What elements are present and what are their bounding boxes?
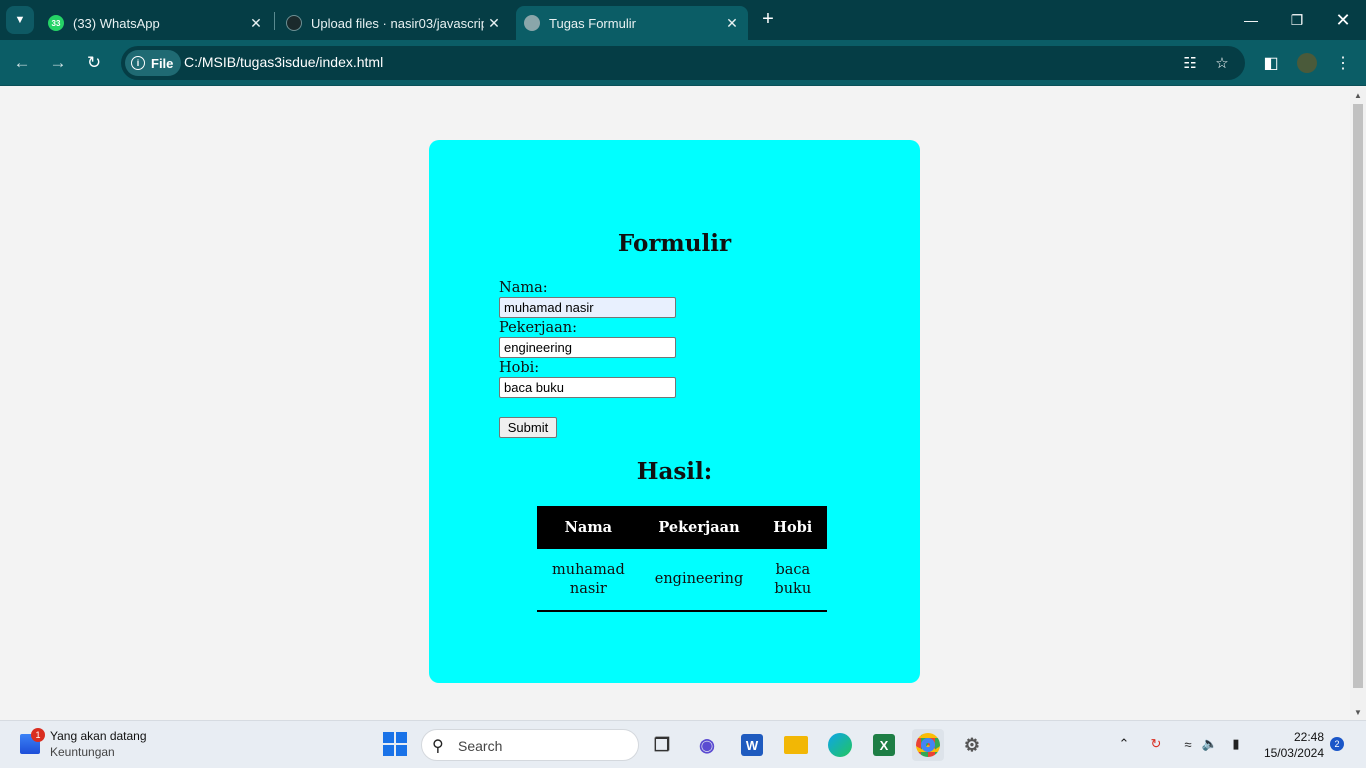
hobi-label: Hobi: [499, 360, 540, 376]
scroll-thumb[interactable] [1353, 104, 1363, 688]
scroll-up-icon[interactable]: ▲ [1350, 87, 1366, 103]
page-viewport: Formulir Nama: muhamad nasir Pekerjaan: … [0, 87, 1350, 720]
file-explorer-icon[interactable] [780, 729, 812, 761]
widget-subtitle: Keuntungan [50, 745, 115, 759]
taskbar-search[interactable]: ⚲ Search [421, 729, 639, 761]
minimize-icon[interactable]: — [1228, 0, 1274, 40]
close-window-icon[interactable]: ✕ [1320, 0, 1366, 40]
hobi-input[interactable]: baca buku [499, 377, 676, 398]
profile-avatar[interactable] [1292, 48, 1322, 78]
close-tab-icon[interactable]: ✕ [484, 15, 504, 32]
tab-whatsapp[interactable]: 33 (33) WhatsApp ✕ [40, 6, 272, 40]
tab-github-upload[interactable]: Upload files · nasir03/javascript... ✕ [278, 6, 510, 40]
table-header-row: Nama Pekerjaan Hobi [537, 506, 828, 549]
battery-icon[interactable]: ▮ [1225, 733, 1247, 755]
pekerjaan-label: Pekerjaan: [499, 320, 577, 336]
task-view-icon[interactable]: ❐ [646, 729, 678, 761]
chevron-up-icon[interactable]: ⌃ [1113, 733, 1135, 755]
reload-icon[interactable]: ↻ [79, 48, 109, 78]
cell-hobi: baca buku [758, 549, 828, 612]
nama-input[interactable]: muhamad nasir [499, 297, 676, 318]
widgets-button[interactable]: 1 Yang akan datang Keuntungan [20, 728, 200, 762]
menu-kebab-icon[interactable]: ⋮ [1328, 48, 1358, 78]
form-title: Formulir [617, 230, 732, 257]
tab-separator [274, 12, 275, 30]
browser-toolbar: ← → ↻ i File C:/MSIB/tugas3isdue/index.h… [0, 40, 1366, 86]
result-title: Hasil: [636, 458, 713, 485]
site-info-chip[interactable]: i File [125, 50, 182, 76]
widget-title: Yang akan datang [50, 729, 147, 743]
address-bar[interactable]: i File C:/MSIB/tugas3isdue/index.html ☷ … [121, 46, 1245, 80]
scheme-label: File [151, 55, 174, 71]
start-windows-icon[interactable] [383, 732, 407, 756]
vertical-scrollbar[interactable]: ▲ ▼ [1350, 87, 1366, 720]
volume-icon[interactable]: 🔈 [1199, 733, 1221, 755]
tab-title: (33) WhatsApp [73, 15, 160, 31]
forward-icon[interactable]: → [43, 48, 73, 78]
tab-title: Tugas Formulir [549, 15, 636, 31]
clock-date: 15/03/2024 [1263, 746, 1324, 760]
settings-gear-icon[interactable]: ⚙ [956, 729, 988, 761]
tab-search-icon[interactable]: ▼ [6, 6, 34, 34]
clock[interactable]: 22:48 15/03/2024 [1250, 729, 1324, 761]
header-pekerjaan: Pekerjaan [639, 506, 759, 549]
back-icon[interactable]: ← [7, 48, 37, 78]
wifi-icon[interactable]: ≈ [1177, 733, 1199, 755]
header-hobi: Hobi [758, 506, 828, 549]
search-icon: ⚲ [432, 738, 444, 755]
close-tab-icon[interactable]: ✕ [246, 15, 266, 32]
tab-tugas-formulir[interactable]: Tugas Formulir ✕ [516, 6, 748, 40]
tab-title: Upload files · nasir03/javascript... [311, 15, 484, 31]
avatar [1297, 53, 1317, 73]
github-icon [286, 15, 302, 31]
whatsapp-icon: 33 [48, 15, 64, 31]
header-nama: Nama [537, 506, 640, 549]
url-text[interactable]: C:/MSIB/tugas3isdue/index.html [184, 54, 383, 70]
table-row: muhamad nasir engineering baca buku [537, 549, 828, 612]
search-placeholder: Search [458, 738, 503, 754]
edge-icon[interactable] [824, 729, 856, 761]
clock-time: 22:48 [1293, 730, 1324, 744]
pekerjaan-input[interactable]: engineering [499, 337, 676, 358]
cell-pekerjaan: engineering [639, 549, 759, 612]
form-card: Formulir Nama: muhamad nasir Pekerjaan: … [429, 140, 920, 683]
bookmark-star-icon[interactable]: ☆ [1210, 51, 1234, 75]
translate-icon[interactable]: ☷ [1178, 51, 1202, 75]
taskbar: 1 Yang akan datang Keuntungan ⚲ Search ❐… [0, 720, 1366, 768]
result-table: Nama Pekerjaan Hobi muhamad nasir engine… [537, 506, 828, 612]
tab-bar: ▼ 33 (33) WhatsApp ✕ Upload files · nasi… [0, 0, 1366, 40]
notification-badge[interactable]: 2 [1330, 737, 1344, 751]
word-icon[interactable]: W [736, 729, 768, 761]
close-tab-icon[interactable]: ✕ [722, 15, 742, 32]
nama-label: Nama: [499, 280, 548, 296]
meet-chat-icon[interactable]: ◉ [691, 729, 723, 761]
excel-icon[interactable]: X [868, 729, 900, 761]
submit-button[interactable]: Submit [499, 417, 557, 438]
scroll-down-icon[interactable]: ▼ [1350, 704, 1366, 720]
chrome-icon[interactable] [912, 729, 944, 761]
new-tab-button[interactable]: + [757, 8, 779, 30]
globe-icon [524, 15, 540, 31]
cell-nama: muhamad nasir [537, 549, 640, 612]
sync-icon[interactable]: ↻ [1145, 733, 1167, 755]
info-icon: i [131, 56, 145, 70]
widget-badge: 1 [31, 728, 45, 742]
side-panel-icon[interactable]: ◧ [1256, 48, 1286, 78]
restore-icon[interactable]: ❐ [1274, 0, 1320, 40]
